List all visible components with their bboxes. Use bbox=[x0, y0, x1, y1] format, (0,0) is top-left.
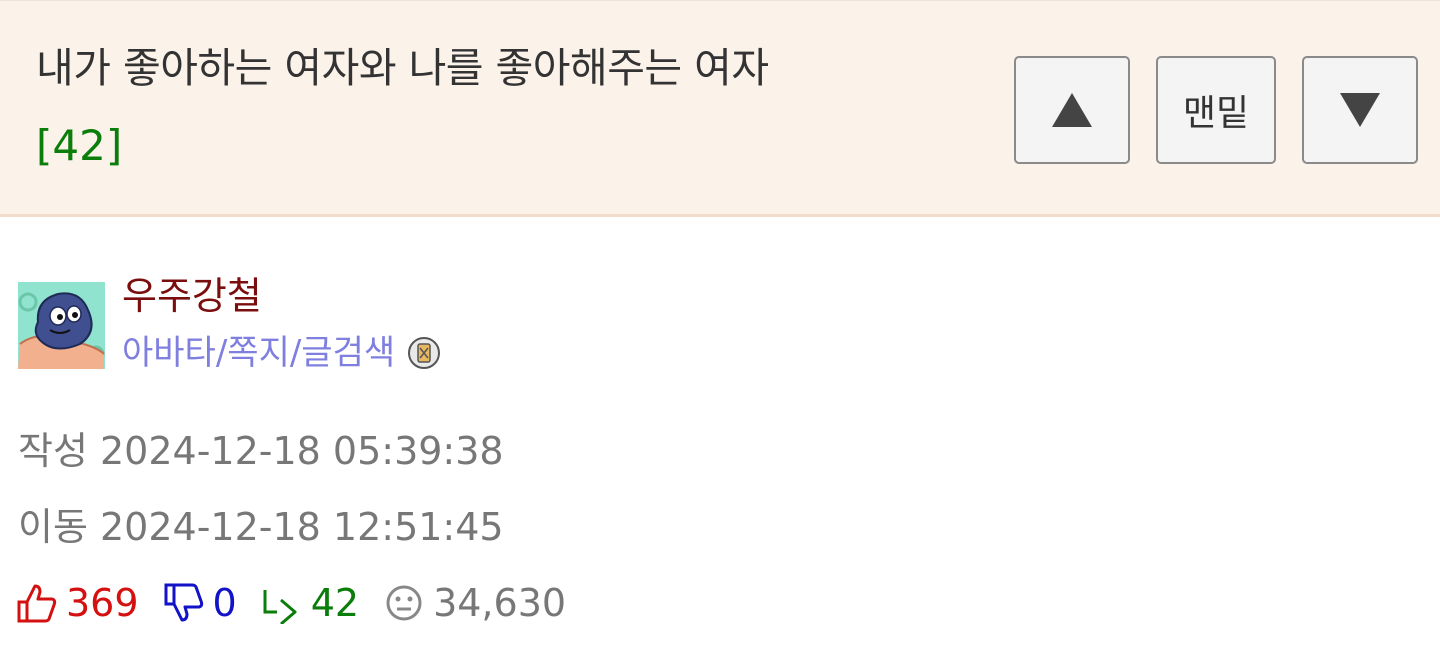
moved-date: 이동 2024-12-18 12:51:45 bbox=[18, 505, 504, 549]
scroll-up-button[interactable] bbox=[1014, 56, 1130, 164]
avatar[interactable] bbox=[18, 282, 105, 369]
thumbs-down-icon[interactable] bbox=[163, 582, 205, 624]
dislike-stat[interactable]: 0 bbox=[163, 581, 237, 625]
view-face-icon bbox=[386, 585, 422, 621]
level-badge-icon bbox=[408, 337, 441, 369]
scroll-down-button[interactable] bbox=[1302, 56, 1418, 164]
author-name[interactable]: 우주강철 bbox=[122, 272, 262, 320]
author-links[interactable]: 아바타/쪽지/글검색 bbox=[122, 330, 441, 376]
reply-stat[interactable]: 42 bbox=[261, 581, 359, 625]
author-links-text[interactable]: 아바타/쪽지/글검색 bbox=[122, 330, 395, 376]
written-date: 작성 2024-12-18 05:39:38 bbox=[18, 429, 504, 473]
scroll-bottom-label: 맨밑 bbox=[1182, 93, 1250, 134]
post-title: 내가 좋아하는 여자와 나를 좋아해주는 여자 bbox=[36, 44, 769, 92]
dislike-count: 0 bbox=[212, 581, 237, 625]
thumbs-up-icon[interactable] bbox=[16, 582, 58, 624]
scroll-bottom-button[interactable]: 맨밑 bbox=[1156, 56, 1276, 164]
comment-count[interactable]: [42] bbox=[36, 121, 122, 171]
view-stat: 34,630 bbox=[383, 581, 566, 625]
reply-arrow-icon bbox=[263, 590, 297, 624]
like-count: 369 bbox=[66, 581, 139, 625]
view-count: 34,630 bbox=[433, 581, 567, 625]
triangle-down-icon bbox=[1340, 93, 1380, 127]
triangle-up-icon bbox=[1052, 93, 1092, 127]
post-stats: 369 0 42 34,630 bbox=[16, 578, 590, 628]
like-stat[interactable]: 369 bbox=[16, 581, 139, 625]
post-header: 내가 좋아하는 여자와 나를 좋아해주는 여자 [42] 맨밑 bbox=[0, 0, 1440, 217]
reply-count: 42 bbox=[310, 581, 360, 625]
